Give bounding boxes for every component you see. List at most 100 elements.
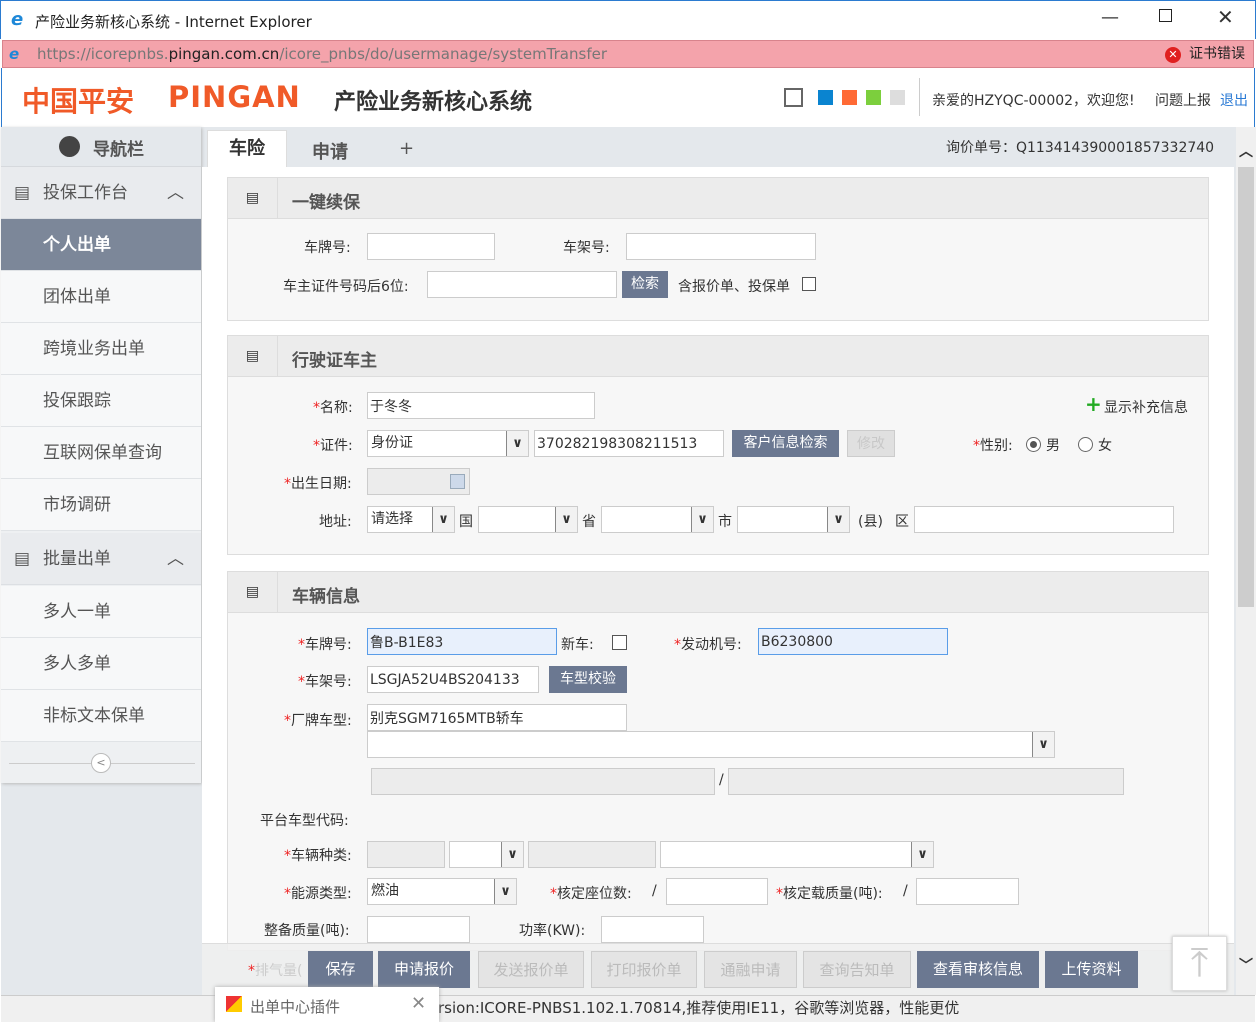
id-type-select[interactable]: 身份证 ∨ — [367, 430, 529, 457]
modify-button[interactable]: 修改 — [847, 430, 895, 457]
address-country-select[interactable]: 请选择 ∨ — [367, 506, 455, 533]
renew-id-input[interactable] — [427, 271, 617, 298]
send-quote-button[interactable]: 发送报价单 — [478, 951, 584, 988]
close-button[interactable]: ✕ — [1217, 5, 1234, 29]
show-more-link[interactable]: 显示补充信息 — [1104, 397, 1188, 417]
birth-date-input[interactable] — [367, 468, 470, 495]
sidebar-section-workbench[interactable]: ▤ 投保工作台 ︿ — [1, 167, 201, 219]
print-quote-button[interactable]: 打印报价单 — [591, 951, 697, 988]
customer-search-button[interactable]: 客户信息检索 — [732, 430, 839, 457]
theme-blue[interactable] — [818, 90, 833, 105]
name-input[interactable] — [367, 392, 595, 419]
tab-add[interactable]: + — [399, 138, 414, 159]
curb-weight-input[interactable] — [367, 916, 470, 943]
city-select[interactable]: ∨ — [601, 506, 714, 533]
city-label: 市 — [718, 514, 732, 530]
collapse-sidebar-button[interactable]: < — [91, 753, 111, 773]
slash: / — [903, 883, 908, 899]
seats-input[interactable] — [666, 878, 768, 905]
sidebar-item-market[interactable]: 市场调研 — [1, 479, 201, 531]
model-input[interactable] — [367, 704, 627, 731]
address-label: 地址: — [319, 514, 352, 530]
renew-plate-input[interactable] — [367, 233, 495, 260]
search-button[interactable]: 检索 — [622, 271, 668, 298]
divider — [919, 78, 920, 116]
address-bar[interactable]: e https://icorepnbs.pingan.com.cn/icore_… — [2, 40, 1254, 68]
vehicle-type-name — [528, 841, 656, 868]
gender-male-radio[interactable] — [1026, 437, 1041, 452]
power-input[interactable] — [601, 916, 704, 943]
apply-quote-button[interactable]: 申请报价 — [378, 951, 470, 988]
report-link[interactable]: 问题上报 — [1155, 90, 1211, 110]
gender-female-radio[interactable] — [1078, 437, 1093, 452]
renew-frame-label: 车架号: — [563, 240, 610, 256]
theme-green[interactable] — [866, 90, 881, 105]
curb-weight-label: 整备质量(吨): — [264, 923, 350, 939]
vehicle-type-select[interactable]: ∨ — [449, 841, 524, 868]
energy-select[interactable]: 燃油 ∨ — [367, 878, 517, 905]
renew-plate-label: 车牌号: — [304, 240, 351, 256]
panel-title: 车辆信息 — [292, 587, 360, 607]
renew-frame-input[interactable] — [626, 233, 816, 260]
vertical-scrollbar[interactable]: ︿ ﹀ — [1236, 127, 1256, 995]
version-text: rsion:ICORE-PNBS1.102.1.70814,推荐使用IE11，谷… — [438, 999, 960, 1017]
logout-link[interactable]: 退出 — [1220, 90, 1248, 110]
model-info-field — [371, 768, 715, 795]
seats-label: 核定座位数: — [550, 883, 632, 903]
vehicle-subtype-select[interactable]: ∨ — [660, 841, 934, 868]
plugin-popup[interactable]: 出单中心插件 ✕ — [215, 987, 439, 1022]
sidebar-item-crossborder[interactable]: 跨境业务出单 — [1, 323, 201, 375]
welcome-text: 亲爱的HZYQC-00002，欢迎您! — [932, 93, 1135, 109]
theme-orange[interactable] — [842, 90, 857, 105]
panel-title: 一键续保 — [292, 193, 360, 213]
cert-error[interactable]: 证书错误 — [1189, 41, 1245, 67]
sidebar-item-multi-one[interactable]: 多人一单 — [1, 586, 201, 638]
sidebar-item-nonstandard[interactable]: 非标文本保单 — [1, 690, 201, 742]
new-car-checkbox[interactable] — [612, 635, 627, 650]
scroll-up-icon[interactable]: ︿ — [1239, 141, 1253, 161]
sidebar-title: 导航栏 — [93, 140, 144, 160]
engine-label: 发动机号: — [674, 634, 742, 654]
scroll-thumb[interactable] — [1238, 167, 1254, 607]
sidebar-item-internet-query[interactable]: 互联网保单查询 — [1, 427, 201, 479]
close-plugin-icon[interactable]: ✕ — [411, 993, 426, 1014]
county-select[interactable]: ∨ — [737, 506, 850, 533]
id-number-input[interactable] — [534, 430, 724, 457]
model-select[interactable]: ∨ — [367, 731, 1055, 758]
frame-input[interactable] — [367, 666, 539, 693]
view-review-button[interactable]: 查看审核信息 — [917, 951, 1039, 988]
save-button[interactable]: 保存 — [308, 951, 373, 988]
include-label: 含报价单、投保单 — [678, 279, 790, 295]
plate-label: 车牌号: — [298, 634, 352, 654]
minimize-button[interactable]: — — [1101, 7, 1119, 28]
include-checkbox[interactable] — [802, 277, 816, 291]
load-input[interactable] — [916, 878, 1019, 905]
sidebar-item-group[interactable]: 团体出单 — [1, 271, 201, 323]
window-titlebar: e 产险业务新核心系统 - Internet Explorer — ✕ — [0, 0, 1256, 39]
maximize-button[interactable] — [1159, 9, 1172, 22]
sidebar-header[interactable]: 导航栏 — [1, 127, 201, 167]
back-to-top-button[interactable]: ⤒ — [1172, 936, 1227, 991]
engine-input[interactable] — [758, 628, 948, 655]
sidebar-item-personal[interactable]: 个人出单 — [1, 219, 201, 271]
province-select[interactable]: ∨ — [478, 506, 578, 533]
upload-button[interactable]: 上传资料 — [1045, 951, 1138, 988]
birth-label: 出生日期: — [284, 473, 352, 493]
address-detail-input[interactable] — [914, 506, 1174, 533]
logo-cn: 中国平安 — [22, 85, 135, 118]
tab-apply[interactable]: 申请 — [312, 138, 348, 164]
theme-gray[interactable] — [890, 90, 905, 105]
query-notice-button[interactable]: 查询告知单 — [803, 951, 911, 988]
plate-input[interactable] — [367, 628, 557, 655]
fullscreen-icon[interactable] — [784, 88, 803, 107]
sidebar-section-batch[interactable]: ▤ 批量出单 ︿ — [1, 533, 201, 585]
frame-label: 车架号: — [298, 671, 352, 691]
calendar-icon[interactable] — [450, 474, 465, 489]
province-label: 省 — [582, 514, 596, 530]
sidebar-item-multi-multi[interactable]: 多人多单 — [1, 638, 201, 690]
sidebar-item-tracking[interactable]: 投保跟踪 — [1, 375, 201, 427]
model-check-button[interactable]: 车型校验 — [549, 666, 627, 693]
tab-car[interactable]: 车险 — [207, 130, 287, 168]
scroll-down-icon[interactable]: ﹀ — [1239, 955, 1253, 975]
accommodation-button[interactable]: 通融申请 — [704, 951, 797, 988]
